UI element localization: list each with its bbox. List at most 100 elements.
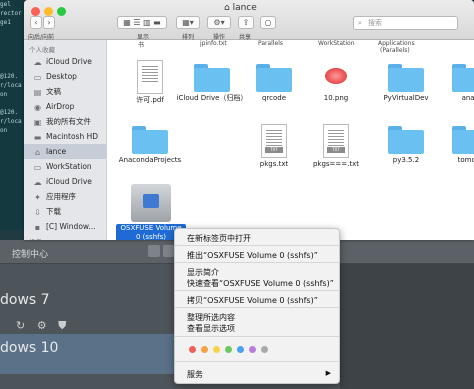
tag-purple[interactable] [249,346,256,353]
folder-item[interactable]: tomcat [432,126,474,165]
tag-blue[interactable] [237,346,244,353]
vm-view-button[interactable] [148,245,160,257]
document-icon: ▤ [33,88,42,97]
menu-item-eject[interactable]: 推出“OSXFUSE Volume 0 (sshfs)” [187,250,337,261]
folder-icon [452,64,474,92]
sidebar-item-documents[interactable]: ▤ 文稿 [24,84,107,99]
vm-name: dows 7 [0,292,50,308]
menu-item-get-info[interactable]: 显示简介 [187,267,337,278]
file-item-png[interactable]: 10.png [298,62,374,103]
menu-separator [175,262,339,263]
sidebar-item-windows[interactable]: ▪ [C] Window... [24,219,107,234]
terminal-line: @120. [0,73,19,80]
sidebar-item-label: [C] Window... [46,222,96,231]
folder-icon [452,126,474,154]
menu-item-clean-up[interactable]: 整理所选内容 [187,312,337,323]
sidebar-item-label: iCloud Drive [46,177,92,186]
tag-gray[interactable] [261,346,268,353]
sidebar-item-downloads[interactable]: ⇩ 下载 [24,204,107,219]
sidebar-item-label: iCloud Drive [46,57,92,66]
tags-button[interactable]: ○ [260,16,276,29]
sidebar-item-label: 我的所有文件 [46,117,91,126]
menu-separator [175,245,339,246]
folder-item[interactable]: AnacondaProjects [112,126,188,165]
tag-green[interactable] [225,346,232,353]
airdrop-icon: ◉ [34,103,41,112]
sidebar-item-macintosh-hd[interactable]: ▬ Macintosh HD [24,129,107,144]
menu-item-services[interactable]: 服务 ▶ [187,369,337,380]
folder-icon [388,64,424,92]
submenu-arrow-icon: ▶ [325,369,331,377]
terminal-line: on [0,91,8,98]
minimize-button[interactable] [44,7,53,16]
menu-separator [175,290,339,291]
menu-item-copy[interactable]: 拷贝“OSXFUSE Volume 0 (sshfs)” [187,295,337,306]
vm-item[interactable]: dows 7 [0,292,200,316]
zoom-button[interactable] [57,7,66,16]
text-file-icon: TXT [323,124,349,158]
folder-item[interactable]: anac [432,64,474,103]
vm-item-selected[interactable]: dows 10 [0,334,200,374]
close-button[interactable] [31,7,40,16]
item-label-cut: Applications [378,40,415,47]
search-input[interactable]: ⌕ 搜索 [353,16,458,30]
item-label-cut: 书 [138,42,145,49]
menu-separator [175,336,339,337]
sidebar-item-lance[interactable]: ⌂ lance [24,144,107,159]
file-label: anac [461,94,474,102]
menu-item-view-options[interactable]: 查看显示选项 [187,323,337,334]
menu-separator [175,361,339,362]
folder-icon [132,126,168,154]
sidebar-item-label: 应用程序 [46,192,76,201]
folder-icon: ▭ [33,163,42,172]
finder-sidebar: 个人收藏 ☁ iCloud Drive ▭ Desktop ▤ 文稿 ◉ AirDrop… [24,40,107,240]
item-label-cut: Parallels [258,40,283,47]
sidebar-item-airdrop[interactable]: ◉ AirDrop [24,99,107,114]
finder-content: 书 jpinfo.txt Parallels WorkStation Appli… [108,40,474,240]
terminal-line: on [0,127,8,134]
devices-heading: 设备 [29,236,42,240]
item-label-cut: (Parallels) [380,47,410,54]
file-label: pkgs===.txt [312,160,360,168]
sidebar-item-icloud[interactable]: ☁ iCloud Drive [24,54,107,69]
tag-red[interactable] [189,346,196,353]
view-mode-buttons[interactable]: ▦ ☰ ▥ ▬ [117,16,167,29]
terminal-line: ge1 [0,19,11,26]
terminal-line: rector [0,10,22,17]
arrange-button[interactable]: ▦▾ [176,16,200,29]
file-item-txt[interactable]: TXT pkgs===.txt [298,124,374,169]
forward-button[interactable]: › [43,16,55,29]
sidebar-item-label: WorkStation [46,162,92,171]
sidebar-item-label: 下载 [46,207,61,216]
back-button[interactable]: ‹ [30,16,42,29]
home-icon: ⌂ [34,148,41,157]
folder-icon [388,126,424,154]
file-label: 10.png [323,94,349,102]
tag-orange[interactable] [201,346,208,353]
tag-yellow[interactable] [213,346,220,353]
menu-separator [175,307,339,308]
action-button[interactable]: ⚙▾ [207,16,231,29]
sidebar-item-applications[interactable]: ✦ 应用程序 [24,189,107,204]
terminal-line: r/loca [0,118,22,125]
services-label: 服务 [187,370,203,379]
context-menu: 在新标签页中打开 推出“OSXFUSE Volume 0 (sshfs)” 显示… [174,228,340,384]
sidebar-item-label: 文稿 [46,87,61,96]
sidebar-item-desktop[interactable]: ▭ Desktop [24,69,107,84]
vm-detail-pane [340,264,474,389]
share-button[interactable]: ⇪ [238,16,254,29]
sidebar-item-workstation[interactable]: ▭ WorkStation [24,159,107,174]
window-title: ⌂ lance [224,3,257,13]
window-title-text: lance [232,3,257,13]
menu-item-open-new-tab[interactable]: 在新标签页中打开 [187,233,337,244]
folder-icon [194,64,230,92]
menu-item-quick-look[interactable]: 快速查看“OSXFUSE Volume 0 (sshfs)” [187,278,337,289]
vm-item-icons: ↻ ⚙ ⛊ [16,319,71,332]
terminal-left: gel rector ge1 @120. r/loca on @120. r/l… [0,0,24,230]
external-drive-icon [131,184,171,222]
sidebar-item-icloud-2[interactable]: ☁ iCloud Drive [24,174,107,189]
sidebar-item-all-files[interactable]: ▣ 我的所有文件 [24,114,107,129]
search-placeholder: 搜索 [368,19,382,27]
finder-toolbar: ⌂ lance ‹ › 向后/向前 ▦ ☰ ▥ ▬ 显示 ▦▾ 排列 ⚙▾ 操作… [24,0,474,41]
download-icon: ⇩ [34,208,41,217]
